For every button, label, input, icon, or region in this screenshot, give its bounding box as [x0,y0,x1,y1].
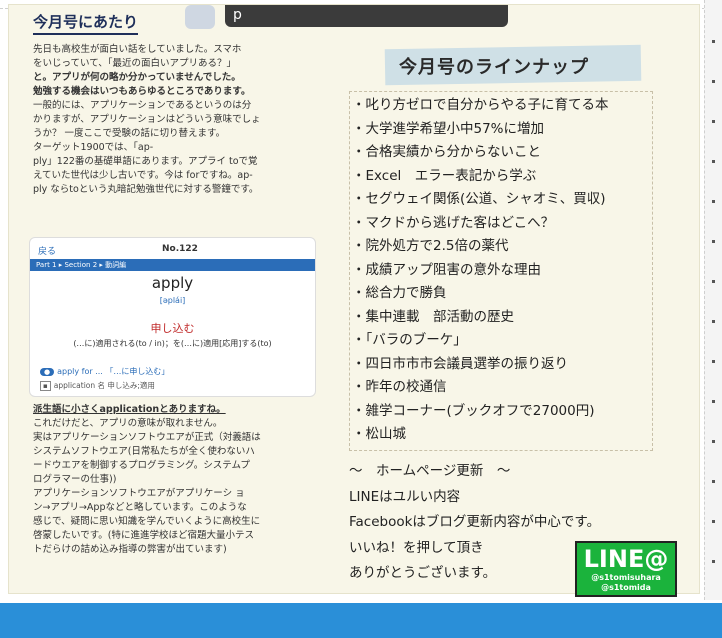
list-item: ・集中連載 部活動の歴史 [352,308,514,325]
line-id-alt: @s1tomida [601,583,651,592]
lineup-box: ・叱り方ゼロで自分からやる子に育てる本 ・大学進学希望小中57%に増加 ・合格実… [349,91,653,451]
para-line: これだけだと、アプリの意味が取れません。 [33,418,223,429]
scroll-dot [712,560,715,563]
para-line: 啓蒙したいです。(特に進進学校ほど宿題大量小テス [33,530,254,541]
lineup-list: ・叱り方ゼロで自分からやる子に育てる本 ・大学進学希望小中57%に増加 ・合格実… [352,94,609,447]
scrollbar[interactable] [704,0,722,600]
scroll-dot [712,280,715,283]
section-header: 今月号にあたり [33,11,139,35]
para-line: えていた世代は少し古いです。今は forですね。ap- [33,170,253,181]
breadcrumb: Part 1 ▸ Section 2 ▸ 動詞編 [30,259,315,271]
para-line: ン→アプリ→Appなどと略しています。このような [33,502,247,513]
example-text: apply for ... 「…に申し込む」 [57,367,170,376]
para-line: ードウエアを制御するプログラミング。システムプ [33,460,250,471]
para-line: トだらけの詰め込み指導の弊害が出ています) [33,544,227,555]
entry-number: No.122 [162,244,198,254]
scroll-dot [712,520,715,523]
para-line: ログラマーの仕事)) [33,474,117,485]
derivative: ▪ application 名 申し込み;適用 [40,380,155,391]
list-item: ・Excel エラー表記から学ぶ [352,167,537,184]
para-line: 感じで、疑問に思い知識を学んでいくように高校生に [33,516,261,527]
list-item: ・大学進学希望小中57%に増加 [352,120,545,137]
para-line: 実はアプリケーションソフトウエアが正式（対義語は [33,432,261,443]
intro-paragraph: 先日も高校生が面白い話をしていました。スマホ をいじっていて、「最近の面白いアプ… [33,43,315,197]
definition: (…に)適用される(to / in)；を(…に)適用[応用]する(to) [73,339,272,348]
list-item: ・マクドから逃げた客はどこへ？ [352,214,555,231]
line-at-badge[interactable]: LINE@ @s1tomisuhara @s1tomida [575,541,677,597]
pronunciation: [əplái] [159,296,186,305]
example-phrase: ● apply for ... 「…に申し込む」 [40,366,169,377]
scroll-dot [712,440,715,443]
note-line: ～ ホームページ更新 ～ [349,463,511,479]
scroll-dot [712,240,715,243]
para-line: ply」122番の基礎単語にあります。アプライ toで覚 [33,156,258,167]
list-item: ・松山城 [352,426,406,442]
homepage-notes: ～ ホームページ更新 ～ LINEはユルい内容 Facebookはブログ更新内容… [349,459,600,587]
para-line: をいじっていて、「最近の面白いアプリある？」 [33,58,237,69]
para-line: と。アプリが何の略か分かっていませんでした。 [33,72,241,83]
list-item: ・セグウェイ関係(公道、シャオミ、買収) [352,191,606,207]
note-line: ありがとうございます。 [349,565,497,581]
scroll-dot [712,360,715,363]
para-line: ply ならtoという丸暗記勉強世代に対する警鐘です。 [33,184,259,195]
author-avatar [185,5,215,29]
bottom-bar [0,603,722,638]
right-column: 今月号のラインナップ ・叱り方ゼロで自分からやる子に育てる本 ・大学進学希望小中… [319,5,709,597]
scroll-dot [712,120,715,123]
para-line: かりますが、アプリケーションはどういう意味でしょ [33,114,261,125]
newsletter-image: 今月号にあたり p 先日も高校生が面白い話をしていました。スマホ をいじっていて… [8,4,700,597]
note-line: LINEはユルい内容 [349,488,461,505]
scroll-dot [712,480,715,483]
line-id: @s1tomisuhara [591,573,661,582]
list-item: ・「バラのブーケ」 [352,332,467,348]
lineup-title: 今月号のラインナップ [399,57,589,78]
para-line: 先日も高校生が面白い話をしていました。スマホ [33,44,242,55]
derivative-icon: ▪ [40,381,51,391]
tag-icon: ● [40,368,55,376]
dictionary-card: 戻る No.122 Part 1 ▸ Section 2 ▸ 動詞編 apply… [29,237,316,397]
list-item: ・合格実績から分からないこと [352,144,541,160]
para-line: アプリケーションソフトウエアがアプリケーシ ョ [33,488,245,499]
para-line: 一般的には、アプリケーションであるというのは分 [33,100,252,111]
note-line: Facebookはブログ更新内容が中心です。 [349,514,601,530]
scroll-dot [712,160,715,163]
scroll-dot [712,40,715,43]
para-line: システムソフトウエア(日常私たちが全く使わないハ [33,446,255,457]
list-item: ・叱り方ゼロで自分からやる子に育てる本 [352,97,609,113]
scroll-dot [712,200,715,203]
tooltip-text: p [233,7,242,23]
list-item: ・総合力で勝負 [352,285,447,301]
headword: apply [151,274,194,292]
scroll-dot [712,320,715,323]
derivative-text: application 名 申し込み;適用 [53,381,155,390]
closing-paragraph: 派生語に小さくapplicationとありますね。 これだけだと、アプリの意味が… [33,403,315,557]
line-logo-text: LINE@ [583,545,669,573]
back-link[interactable]: 戻る [38,244,56,257]
note-line: いいね！を押して頂き [349,539,484,556]
scroll-dot [712,400,715,403]
para-line: 勉強する機会はいつもあらゆるところであります。 [33,86,251,97]
list-item: ・雑学コーナー(ブックオフで27000円) [352,402,595,419]
para-line: うか？ 一度ここで受験の話に切り替えます。 [33,128,226,139]
list-item: ・院外処方で2.5倍の薬代 [352,238,509,254]
left-column: 今月号にあたり p 先日も高校生が面白い話をしていました。スマホ をいじっていて… [17,5,508,595]
para-line: 派生語に小さくapplicationとありますね。 [33,404,226,415]
list-item: ・四日市市市会議員選挙の振り返り [352,355,568,372]
para-line: ターゲット1900では、「ap- [33,142,154,153]
list-item: ・成績アップ阻害の意外な理由 [352,261,541,278]
main-meaning: 申し込む [150,322,195,335]
list-item: ・昨年の校通信 [352,379,447,395]
scroll-dot [712,80,715,83]
